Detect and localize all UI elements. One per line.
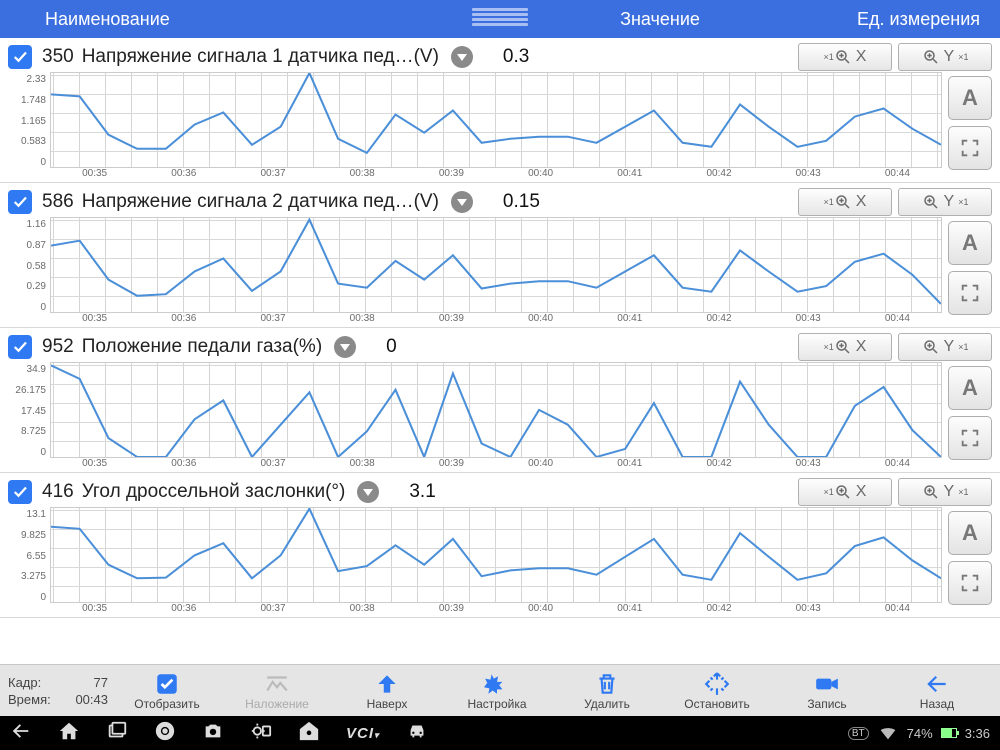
record-icon xyxy=(814,671,840,697)
param-value: 0.15 xyxy=(503,191,583,213)
settings-icon xyxy=(484,671,510,697)
param-block-416: 416 Угол дроссельной заслонки(°) 3.1 ×1XY×1… xyxy=(0,473,1000,618)
back-icon[interactable] xyxy=(10,720,32,747)
param-value: 0 xyxy=(386,336,466,358)
zoom-y-button[interactable]: Y×1 xyxy=(898,188,992,216)
fullscreen-button[interactable] xyxy=(948,126,992,170)
param-id: 350 xyxy=(42,46,74,68)
zoom-y-button[interactable]: Y×1 xyxy=(898,43,992,71)
x-ticks: 00:3500:3600:3700:3800:3900:4000:4100:42… xyxy=(50,603,942,617)
fullscreen-button[interactable] xyxy=(948,416,992,460)
delete-icon xyxy=(594,671,620,697)
col-header-unit: Ед. измерения xyxy=(857,9,980,30)
param-id: 952 xyxy=(42,336,74,358)
recents-icon[interactable] xyxy=(106,720,128,747)
param-value: 3.1 xyxy=(409,481,489,503)
chart-plot xyxy=(50,362,942,458)
toolbar-record[interactable]: Запись xyxy=(788,671,866,711)
brightness-icon[interactable] xyxy=(250,720,272,747)
auto-scale-button[interactable]: A xyxy=(948,366,992,410)
launcher-icon[interactable] xyxy=(298,720,320,747)
home-icon[interactable] xyxy=(58,720,80,747)
toolbar-show[interactable]: Отобразить xyxy=(128,671,206,711)
fullscreen-button[interactable] xyxy=(948,271,992,315)
col-header-name: Наименование xyxy=(45,9,170,30)
param-id: 416 xyxy=(42,481,74,503)
zoom-y-button[interactable]: Y×1 xyxy=(898,333,992,361)
fullscreen-button[interactable] xyxy=(948,561,992,605)
param-id: 586 xyxy=(42,191,74,213)
toolbar-overlay[interactable]: Наложение xyxy=(238,671,316,711)
chart-plot xyxy=(50,72,942,168)
param-label: Угол дроссельной заслонки(°) xyxy=(82,481,346,503)
android-navbar: VCI▾ BT 74% 3:36 xyxy=(0,716,1000,750)
chrome-icon[interactable] xyxy=(154,720,176,747)
back-icon xyxy=(924,671,950,697)
show-icon xyxy=(154,671,180,697)
y-ticks: 1.160.870.580.290 xyxy=(8,217,50,323)
column-header: Наименование Значение Ед. измерения xyxy=(0,0,1000,38)
zoom-x-button[interactable]: ×1X xyxy=(798,333,892,361)
checkbox[interactable] xyxy=(8,480,32,504)
dropdown-icon[interactable] xyxy=(357,481,379,503)
x-ticks: 00:3500:3600:3700:3800:3900:4000:4100:42… xyxy=(50,458,942,472)
auto-scale-button[interactable]: A xyxy=(948,221,992,265)
toolbar-top[interactable]: Наверх xyxy=(348,671,426,711)
y-ticks: 13.19.8256.553.2750 xyxy=(8,507,50,613)
battery-percent: 74% xyxy=(907,726,933,741)
frame-time-readout: Кадр:77 Время:00:43 xyxy=(8,674,108,708)
zoom-x-button[interactable]: ×1X xyxy=(798,43,892,71)
chart-plot xyxy=(50,507,942,603)
param-value: 0.3 xyxy=(503,46,583,68)
checkbox[interactable] xyxy=(8,45,32,69)
camera-icon[interactable] xyxy=(202,720,224,747)
param-label: Напряжение сигнала 2 датчика пед…(V) xyxy=(82,191,439,213)
param-label: Напряжение сигнала 1 датчика пед…(V) xyxy=(82,46,439,68)
param-block-952: 952 Положение педали газа(%) 0 ×1XY×1 34.926… xyxy=(0,328,1000,473)
y-ticks: 34.926.17517.458.7250 xyxy=(8,362,50,468)
y-ticks: 2.331.7481.1650.5830 xyxy=(8,72,50,178)
checkbox[interactable] xyxy=(8,335,32,359)
dropdown-icon[interactable] xyxy=(334,336,356,358)
auto-scale-button[interactable]: A xyxy=(948,76,992,120)
x-ticks: 00:3500:3600:3700:3800:3900:4000:4100:42… xyxy=(50,313,942,327)
stop-icon xyxy=(704,671,730,697)
checkbox[interactable] xyxy=(8,190,32,214)
bottom-toolbar: Кадр:77 Время:00:43 Отобразить Наложение Н… xyxy=(0,664,1000,716)
auto-scale-button[interactable]: A xyxy=(948,511,992,555)
toolbar-settings[interactable]: Настройка xyxy=(458,671,536,711)
dropdown-icon[interactable] xyxy=(451,46,473,68)
zoom-y-button[interactable]: Y×1 xyxy=(898,478,992,506)
car-icon[interactable] xyxy=(406,720,428,747)
drag-handle-icon[interactable] xyxy=(472,6,528,28)
chart-plot xyxy=(50,217,942,313)
toolbar-stop[interactable]: Остановить xyxy=(678,671,756,711)
toolbar-delete[interactable]: Удалить xyxy=(568,671,646,711)
top-icon xyxy=(374,671,400,697)
overlay-icon xyxy=(264,671,290,697)
vci-label: VCI▾ xyxy=(346,725,380,742)
param-label: Положение педали газа(%) xyxy=(82,336,322,358)
wifi-icon xyxy=(877,721,899,746)
toolbar-back[interactable]: Назад xyxy=(898,671,976,711)
dropdown-icon[interactable] xyxy=(451,191,473,213)
bt-icon: BT xyxy=(848,727,869,740)
clock: 3:36 xyxy=(965,726,990,741)
x-ticks: 00:3500:3600:3700:3800:3900:4000:4100:42… xyxy=(50,168,942,182)
zoom-x-button[interactable]: ×1X xyxy=(798,478,892,506)
param-block-350: 350 Напряжение сигнала 1 датчика пед…(V) 0… xyxy=(0,38,1000,183)
param-block-586: 586 Напряжение сигнала 2 датчика пед…(V) 0… xyxy=(0,183,1000,328)
zoom-x-button[interactable]: ×1X xyxy=(798,188,892,216)
battery-icon xyxy=(941,728,957,738)
col-header-value: Значение xyxy=(620,9,700,30)
